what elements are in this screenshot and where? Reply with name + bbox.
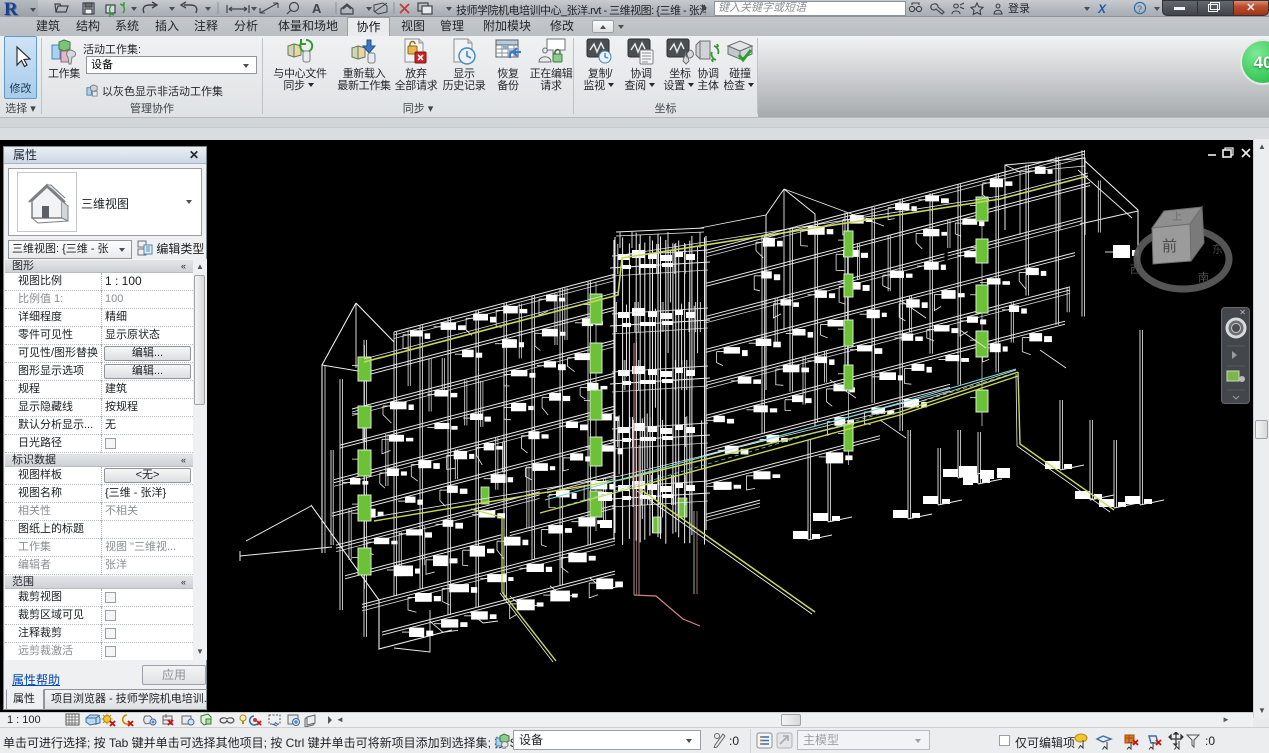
svg-text:?: ? xyxy=(1137,4,1142,14)
svg-text:上: 上 xyxy=(1172,211,1182,223)
svg-text:西: 西 xyxy=(1130,264,1141,276)
svg-text:前: 前 xyxy=(1162,238,1177,255)
svg-text:A: A xyxy=(312,1,322,16)
svg-text:南: 南 xyxy=(1198,271,1209,284)
svg-text:东: 东 xyxy=(1212,243,1223,256)
svg-text:X: X xyxy=(1097,2,1107,16)
svg-text:登录: 登录 xyxy=(1008,1,1030,15)
